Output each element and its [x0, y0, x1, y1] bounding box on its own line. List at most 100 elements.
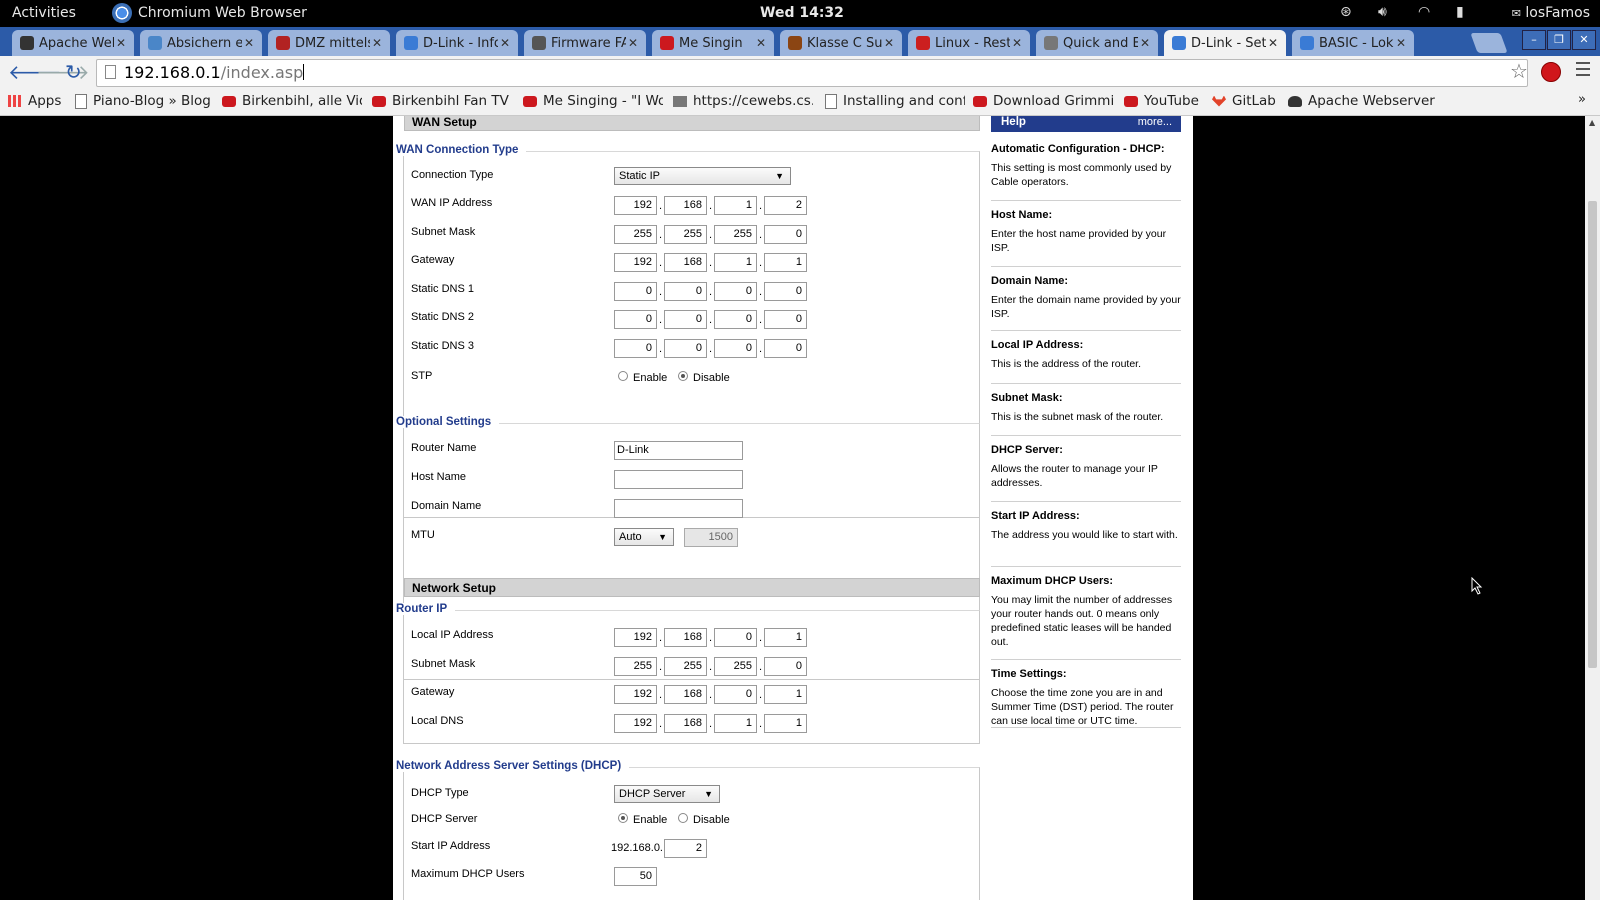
bookmark-item[interactable]: Piano-Blog » Blog	[75, 93, 211, 109]
tab-close-icon[interactable]: ✕	[626, 36, 640, 50]
router-ip-octet-input[interactable]: 168	[664, 685, 707, 704]
wan-octet-input[interactable]: 2	[764, 196, 807, 215]
tab-close-icon[interactable]: ✕	[242, 36, 256, 50]
router-ip-octet-input[interactable]: 168	[664, 713, 707, 733]
bookmark-item[interactable]: https://cewebs.cs.	[673, 93, 813, 109]
browser-tab[interactable]: Apache Web ✕	[12, 30, 134, 56]
bookmark-item[interactable]: GitLab	[1212, 93, 1276, 109]
browser-tab[interactable]: Klasse C Sul ✕	[780, 30, 902, 56]
wan-octet-input[interactable]: 168	[664, 253, 707, 272]
adblock-icon[interactable]	[1541, 62, 1561, 82]
tab-close-icon[interactable]: ✕	[882, 36, 896, 50]
wan-octet-input[interactable]: 255	[664, 224, 707, 244]
close-window-button[interactable]: ✕	[1572, 30, 1596, 50]
router-ip-octet-input[interactable]: 1	[764, 685, 807, 704]
tab-close-icon[interactable]: ✕	[498, 36, 512, 50]
scroll-up-arrow-icon[interactable]: ▲	[1589, 118, 1595, 127]
browser-tab[interactable]: Firmware FA ✕	[524, 30, 646, 56]
router-name-input[interactable]: D-Link	[614, 441, 743, 460]
browser-tab[interactable]: Me Singin ✕	[652, 30, 774, 56]
wan-octet-input[interactable]: 255	[614, 224, 657, 244]
scrollbar-thumb[interactable]	[1588, 201, 1597, 668]
address-bar[interactable]: 192.168.0.1/index.asp	[96, 59, 1528, 87]
wan-octet-input[interactable]: 0	[664, 310, 707, 329]
max-dhcp-users-input[interactable]: 50	[614, 867, 657, 886]
wan-octet-input[interactable]: 0	[764, 281, 807, 301]
dhcp-enable-radio[interactable]	[618, 813, 628, 823]
router-ip-octet-input[interactable]: 0	[714, 685, 757, 704]
browser-tab[interactable]: Absichern ei ✕	[140, 30, 262, 56]
wan-octet-input[interactable]: 1	[714, 196, 757, 215]
volume-icon[interactable]: 🔊︎	[1378, 4, 1387, 20]
app-menu[interactable]: Chromium Web Browser	[112, 3, 307, 23]
restore-button[interactable]: ❐	[1547, 30, 1571, 50]
tab-close-icon[interactable]: ✕	[1394, 36, 1408, 50]
wan-octet-input[interactable]: 0	[614, 281, 657, 301]
tab-close-icon[interactable]: ✕	[1266, 36, 1280, 50]
activities-button[interactable]: Activities	[12, 5, 76, 21]
wan-octet-input[interactable]: 1	[764, 253, 807, 272]
wan-octet-input[interactable]: 0	[614, 310, 657, 329]
browser-tab[interactable]: Linux - Resta✕	[908, 30, 1030, 56]
router-ip-octet-input[interactable]: 192	[614, 628, 657, 647]
user-menu[interactable]: ✉ losFamos	[1512, 5, 1590, 21]
router-ip-octet-input[interactable]: 255	[664, 656, 707, 676]
router-ip-octet-input[interactable]: 168	[664, 628, 707, 647]
tab-close-icon[interactable]: ✕	[370, 36, 384, 50]
bookmark-item[interactable]: Download Grimmie	[973, 93, 1113, 109]
router-ip-octet-input[interactable]: 255	[714, 656, 757, 676]
tab-close-icon[interactable]: ✕	[1010, 36, 1024, 50]
reload-icon[interactable]: ↻	[65, 61, 82, 83]
menu-icon[interactable]	[1576, 62, 1590, 80]
wan-octet-input[interactable]: 0	[764, 224, 807, 244]
wan-octet-input[interactable]: 0	[764, 310, 807, 329]
browser-tab[interactable]: D-Link - Info ✕	[396, 30, 518, 56]
wan-octet-input[interactable]: 0	[664, 338, 707, 358]
connection-type-select[interactable]: Static IP ▼	[614, 167, 791, 185]
tab-close-icon[interactable]: ✕	[1138, 36, 1152, 50]
start-ip-input[interactable]: 2	[664, 839, 707, 858]
bookmark-star-icon[interactable]: ☆	[1510, 59, 1528, 83]
router-ip-octet-input[interactable]: 1	[764, 628, 807, 647]
host-name-input[interactable]	[614, 470, 743, 489]
stp-enable-radio[interactable]	[618, 371, 628, 381]
bookmark-item[interactable]: Apache Webserver	[1288, 93, 1435, 109]
wan-octet-input[interactable]: 0	[714, 281, 757, 301]
router-ip-octet-input[interactable]: 0	[764, 656, 807, 676]
vertical-scrollbar[interactable]: ▲	[1585, 116, 1600, 900]
more-bookmarks-icon[interactable]: »	[1578, 92, 1586, 107]
accessibility-icon[interactable]: ⊛	[1340, 4, 1352, 20]
wan-octet-input[interactable]: 192	[614, 196, 657, 215]
minimize-button[interactable]: –	[1522, 30, 1546, 50]
wan-octet-input[interactable]: 1	[714, 253, 757, 272]
bookmark-item[interactable]: YouTube	[1124, 93, 1199, 109]
browser-tab[interactable]: DMZ mittels ✕	[268, 30, 390, 56]
bookmark-item[interactable]: Me Singing - "I Wo	[523, 93, 663, 109]
bookmark-item[interactable]: Apps	[8, 93, 61, 109]
wan-octet-input[interactable]: 0	[714, 310, 757, 329]
browser-tab[interactable]: D-Link - Setu✕	[1164, 30, 1286, 56]
dhcp-disable-radio[interactable]	[678, 813, 688, 823]
router-ip-octet-input[interactable]: 255	[614, 656, 657, 676]
wan-octet-input[interactable]: 168	[664, 196, 707, 215]
tab-close-icon[interactable]: ✕	[114, 36, 128, 50]
clock[interactable]: Wed 14:32	[760, 5, 844, 21]
router-ip-octet-input[interactable]: 192	[614, 685, 657, 704]
browser-tab[interactable]: BASIC - Lok ✕	[1292, 30, 1414, 56]
wan-octet-input[interactable]: 192	[614, 253, 657, 272]
wan-octet-input[interactable]: 0	[664, 281, 707, 301]
domain-name-input[interactable]	[614, 499, 743, 518]
wan-octet-input[interactable]: 0	[764, 338, 807, 358]
stp-disable-radio[interactable]	[678, 371, 688, 381]
dhcp-type-select[interactable]: DHCP Server ▼	[614, 785, 720, 803]
mtu-mode-select[interactable]: Auto ▼	[614, 528, 674, 546]
bookmark-item[interactable]: Installing and confi	[825, 93, 965, 109]
router-ip-octet-input[interactable]: 0	[714, 628, 757, 647]
battery-icon[interactable]: ▮	[1456, 4, 1464, 20]
browser-tab[interactable]: Quick and Ea✕	[1036, 30, 1158, 56]
new-tab-button[interactable]	[1470, 33, 1508, 53]
help-more-link[interactable]: more...	[1138, 116, 1172, 132]
wan-octet-input[interactable]: 0	[714, 338, 757, 358]
router-ip-octet-input[interactable]: 192	[614, 713, 657, 733]
tab-close-icon[interactable]: ✕	[754, 36, 768, 50]
